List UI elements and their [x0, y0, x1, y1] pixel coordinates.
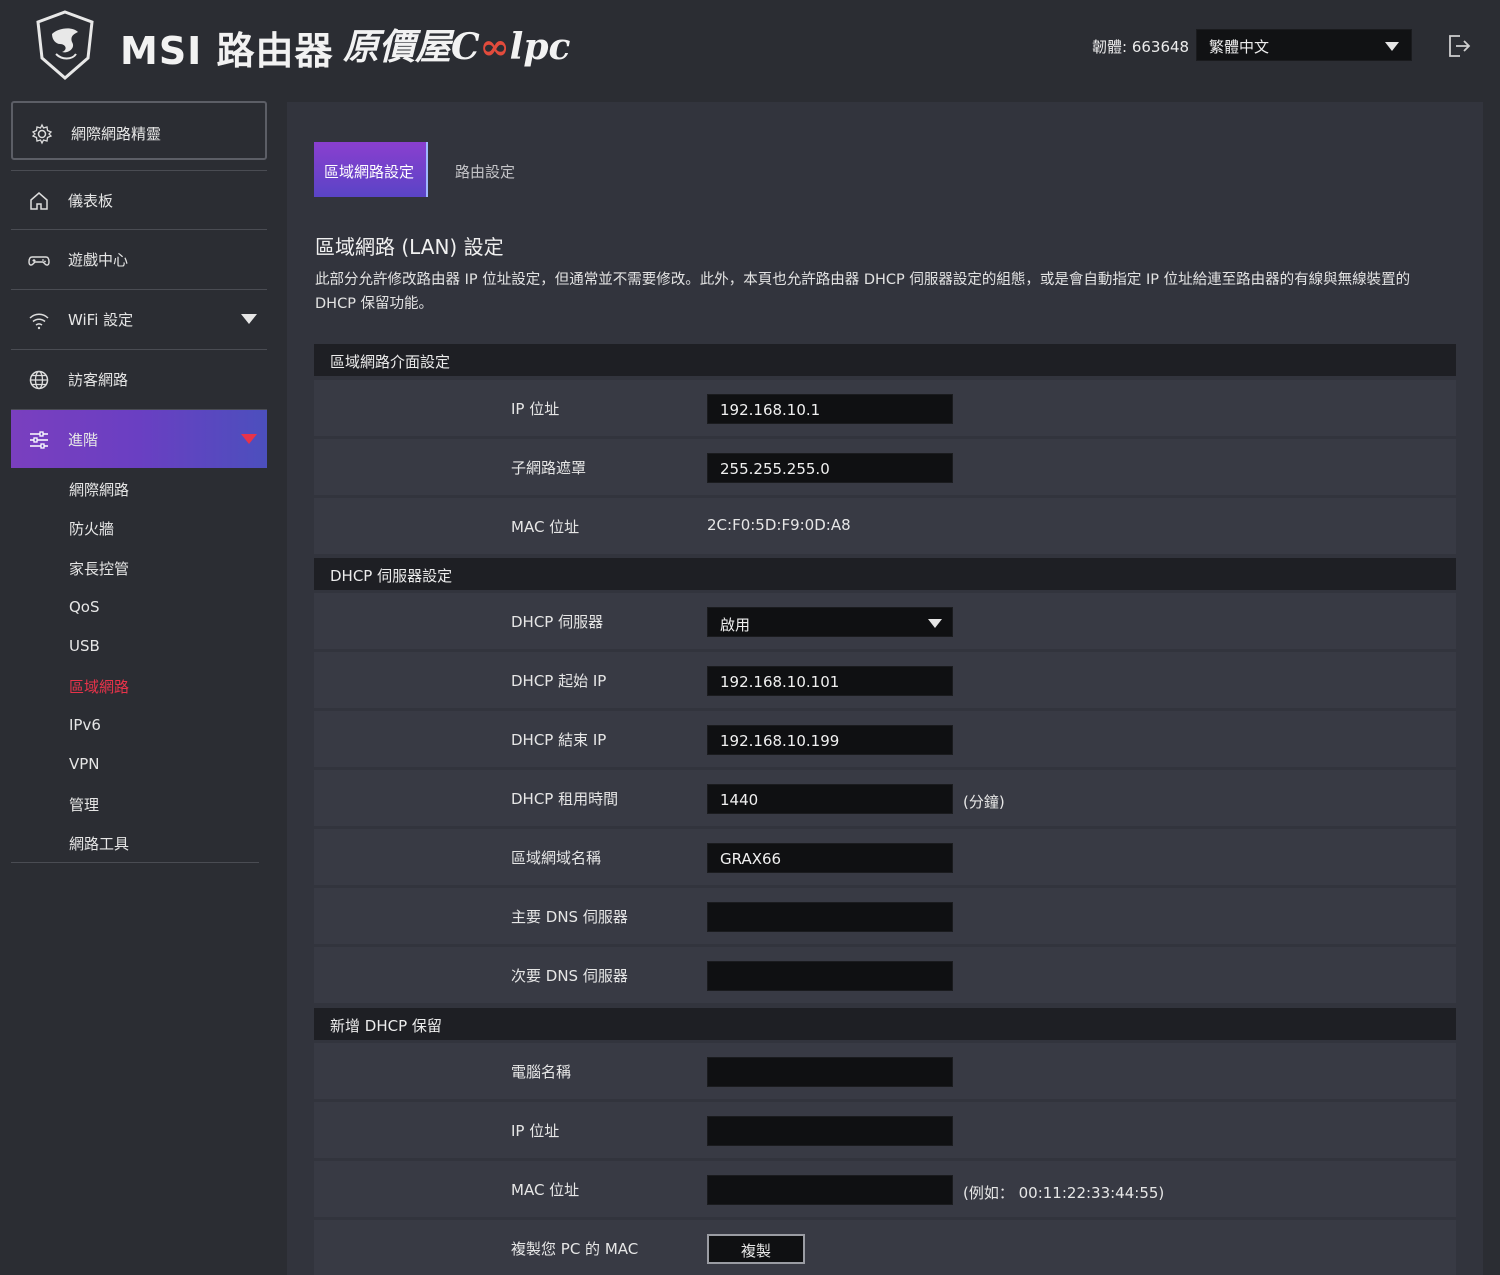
row-secondary-dns: 次要 DNS 伺服器 [314, 947, 1456, 1003]
sidebar-item-wifi[interactable]: WiFi 設定 [11, 289, 267, 348]
row-dhcp-lease-time: DHCP 租用時間 1440 (分鐘) [314, 770, 1456, 826]
reservation-mac-label: MAC 位址 [511, 1181, 580, 1199]
dhcp-end-ip-label: DHCP 結束 IP [511, 731, 607, 749]
row-dhcp-start-ip: DHCP 起始 IP 192.168.10.101 [314, 652, 1456, 708]
row-dhcp-server: DHCP 伺服器 啟用 [314, 593, 1456, 649]
copy-mac-button[interactable]: 複製 [707, 1234, 805, 1264]
section-header-lan-interface: 區域網路介面設定 [314, 344, 1456, 376]
submenu-item-ipv6[interactable]: IPv6 [69, 716, 101, 734]
partner-infinity: ∞ [479, 26, 510, 68]
reservation-ip-input[interactable] [707, 1116, 953, 1146]
copy-pc-mac-label: 複製您 PC 的 MAC [511, 1240, 639, 1258]
gamepad-icon [28, 256, 50, 266]
tab-lan-settings[interactable]: 區域網路設定 [314, 142, 428, 197]
primary-dns-input[interactable] [707, 902, 953, 932]
page-description: 此部分允許修改路由器 IP 位址設定，但通常並不需要修改。此外，本頁也允許路由器… [315, 272, 1411, 312]
row-ip-address: IP 位址 192.168.10.1 [314, 380, 1456, 436]
submenu-item-internet[interactable]: 網際網路 [69, 479, 129, 500]
chevron-down-icon [241, 434, 257, 444]
partner-prefix: 原價屋 [343, 26, 452, 68]
reservation-mac-input[interactable] [707, 1175, 953, 1205]
gear-icon [31, 123, 53, 145]
mac-address-value: 2C:F0:5D:F9:0D:A8 [707, 516, 851, 534]
local-domain-name-input[interactable]: GRAX66 [707, 843, 953, 873]
dhcp-start-ip-input[interactable]: 192.168.10.101 [707, 666, 953, 696]
sidebar-item-label: 訪客網路 [68, 371, 129, 389]
wizard-label: 網際網路精靈 [71, 125, 162, 143]
tab-routing-settings[interactable]: 路由設定 [455, 161, 515, 182]
row-reservation-ip: IP 位址 [314, 1102, 1456, 1158]
partner-c: C [451, 26, 480, 68]
page-title: 區域網路 (LAN) 設定 [315, 235, 504, 259]
submenu-item-admin[interactable]: 管理 [69, 794, 99, 815]
mac-format-hint: (例如： 00:11:22:33:44:55) [963, 1184, 1165, 1202]
computer-name-label: 電腦名稱 [511, 1063, 572, 1081]
sidebar-item-dashboard[interactable]: 儀表板 [11, 170, 267, 229]
chevron-down-icon [928, 619, 942, 628]
subnet-mask-input[interactable]: 255.255.255.0 [707, 453, 953, 483]
secondary-dns-input[interactable] [707, 961, 953, 991]
msi-dragon-logo [36, 10, 94, 80]
row-dhcp-end-ip: DHCP 結束 IP 192.168.10.199 [314, 711, 1456, 767]
language-select[interactable]: 繁體中文 [1196, 29, 1412, 61]
sidebar-item-advanced[interactable]: 進階 [11, 409, 267, 468]
row-subnet-mask: 子網路遮罩 255.255.255.0 [314, 439, 1456, 495]
dhcp-end-ip-input[interactable]: 192.168.10.199 [707, 725, 953, 755]
dhcp-server-select[interactable]: 啟用 [707, 607, 953, 637]
submenu-item-qos[interactable]: QoS [69, 598, 100, 616]
computer-name-input[interactable] [707, 1057, 953, 1087]
row-copy-pc-mac: 複製您 PC 的 MAC 複製 [314, 1220, 1456, 1275]
dhcp-server-value: 啟用 [720, 616, 751, 634]
secondary-dns-label: 次要 DNS 伺服器 [511, 967, 628, 985]
firmware-version: 韌體: 663648 [1092, 38, 1190, 56]
internet-wizard-button[interactable]: 網際網路精靈 [11, 101, 267, 160]
sidebar-item-label: WiFi 設定 [68, 311, 134, 329]
ip-address-label: IP 位址 [511, 400, 560, 418]
wifi-icon [29, 313, 49, 330]
logout-icon[interactable] [1446, 33, 1472, 59]
sidebar-item-game-center[interactable]: 遊戲中心 [11, 229, 267, 288]
mac-address-label: MAC 位址 [511, 518, 580, 536]
sidebar-divider [11, 862, 259, 863]
submenu-item-vpn[interactable]: VPN [69, 755, 100, 773]
sidebar-item-label: 進階 [68, 431, 99, 449]
globe-icon [29, 370, 49, 390]
row-reservation-mac: MAC 位址 (例如： 00:11:22:33:44:55) [314, 1161, 1456, 1217]
primary-dns-label: 主要 DNS 伺服器 [511, 908, 628, 926]
home-icon [30, 192, 48, 210]
submenu-item-network-tools[interactable]: 網路工具 [69, 833, 129, 854]
row-local-domain-name: 區域網域名稱 GRAX66 [314, 829, 1456, 885]
submenu-item-parental-control[interactable]: 家長控管 [69, 558, 129, 579]
brand-title: MSI 路由器 [120, 29, 334, 73]
local-domain-name-label: 區域網域名稱 [511, 849, 602, 867]
chevron-down-icon [1385, 42, 1399, 51]
partner-logo: 原價屋C∞lpc [343, 18, 570, 70]
top-header: MSI 路由器 原價屋C∞lpc 韌體: 663648 繁體中文 [0, 0, 1500, 95]
submenu-item-firewall[interactable]: 防火牆 [69, 518, 114, 539]
chevron-down-icon [241, 314, 257, 324]
reservation-ip-label: IP 位址 [511, 1122, 560, 1140]
sliders-icon [30, 431, 48, 449]
language-value: 繁體中文 [1209, 38, 1270, 56]
dhcp-start-ip-label: DHCP 起始 IP [511, 672, 607, 690]
section-header-dhcp-reservation: 新增 DHCP 保留 [314, 1008, 1456, 1040]
sidebar-item-label: 儀表板 [68, 192, 114, 210]
row-primary-dns: 主要 DNS 伺服器 [314, 888, 1456, 944]
dhcp-lease-time-input[interactable]: 1440 [707, 784, 953, 814]
dhcp-lease-time-label: DHCP 租用時間 [511, 790, 619, 808]
row-mac-address: MAC 位址 2C:F0:5D:F9:0D:A8 [314, 498, 1456, 554]
submenu-item-lan[interactable]: 區域網路 [69, 676, 129, 697]
ip-address-input[interactable]: 192.168.10.1 [707, 394, 953, 424]
dhcp-server-label: DHCP 伺服器 [511, 613, 604, 631]
subnet-mask-label: 子網路遮罩 [511, 459, 587, 477]
section-header-dhcp-server: DHCP 伺服器設定 [314, 558, 1456, 590]
partner-suffix: lpc [509, 26, 571, 68]
sidebar-item-guest-network[interactable]: 訪客網路 [11, 349, 267, 408]
row-computer-name: 電腦名稱 [314, 1043, 1456, 1099]
submenu-item-usb[interactable]: USB [69, 637, 100, 655]
lease-time-unit: (分鐘) [963, 793, 1005, 811]
sidebar-item-label: 遊戲中心 [68, 251, 129, 269]
